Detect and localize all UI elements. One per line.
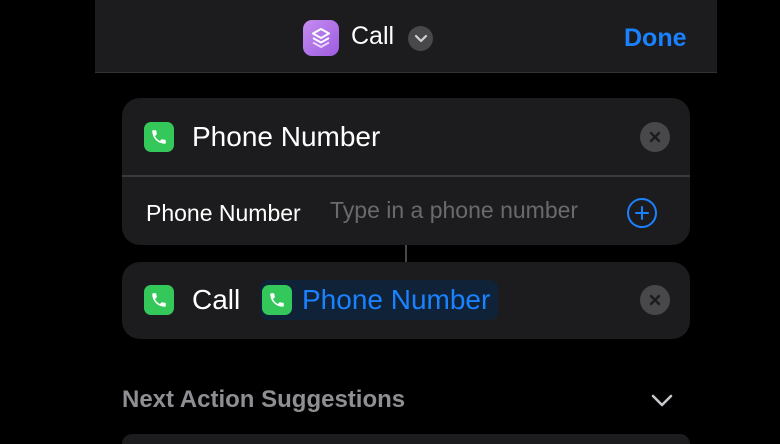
phone-icon	[144, 285, 174, 315]
phone-number-variable-token[interactable]: Phone Number	[260, 280, 499, 320]
done-button[interactable]: Done	[624, 24, 687, 53]
close-icon[interactable]	[640, 122, 670, 152]
editor-header: Call Done	[95, 0, 717, 73]
divider	[122, 175, 690, 177]
next-action-suggestions-label[interactable]: Next Action Suggestions	[122, 386, 405, 414]
token-label: Phone Number	[302, 284, 491, 315]
close-icon[interactable]	[640, 285, 670, 315]
chevron-down-icon[interactable]	[650, 392, 674, 410]
action-title: Phone Number	[192, 121, 381, 152]
phone-icon	[144, 122, 174, 152]
phone-icon	[262, 285, 292, 315]
plus-circle-icon[interactable]	[627, 198, 657, 228]
action-title: Call	[192, 284, 241, 315]
call-action-card[interactable]: Call Phone Number	[122, 262, 690, 339]
phone-number-field[interactable]	[330, 194, 620, 226]
field-label: Phone Number	[146, 200, 301, 226]
shortcuts-icon[interactable]	[303, 20, 339, 56]
suggestion-card[interactable]	[122, 434, 690, 444]
shortcut-title[interactable]: Call	[351, 22, 394, 51]
phone-number-action-card[interactable]: Phone Number Phone Number	[122, 98, 690, 245]
action-connector	[405, 245, 407, 262]
chevron-down-icon[interactable]	[408, 26, 433, 51]
